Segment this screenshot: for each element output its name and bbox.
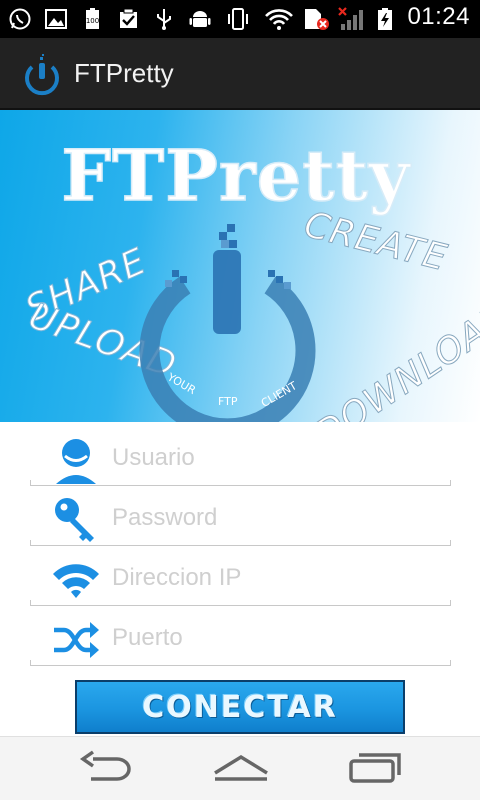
signal-off-icon: [338, 7, 363, 30]
password-input[interactable]: [112, 498, 442, 538]
battery-charging-icon: [378, 8, 392, 30]
connect-button[interactable]: CONECTAR: [75, 680, 405, 734]
wifi-signal-icon: [53, 564, 99, 598]
battery-badge: 100: [86, 17, 99, 25]
battery-100-icon: 100: [86, 8, 99, 29]
status-time: 01:24: [407, 3, 470, 30]
sim-error-icon: [305, 9, 329, 30]
banner-logo-title: FTPretty: [61, 134, 412, 217]
ip-input[interactable]: [112, 558, 442, 598]
puerto-field: [30, 610, 451, 666]
banner-word-download: DOWNLOAD: [308, 295, 480, 422]
shuffle-icon: [54, 622, 99, 658]
back-icon[interactable]: [77, 749, 137, 789]
puerto-input[interactable]: [112, 618, 442, 658]
recent-apps-icon[interactable]: [345, 749, 405, 789]
key-icon: [55, 498, 94, 542]
android-icon: [189, 11, 211, 27]
password-field: [30, 490, 451, 546]
task-icon: [120, 8, 137, 28]
navigation-bar: [0, 736, 480, 800]
usuario-field: [30, 430, 451, 486]
status-bar: 100 01:24: [0, 0, 480, 38]
usb-icon: [157, 9, 171, 30]
app-screen: 100 01:24 FTPretty FTPretty SHARE UPLOAD…: [0, 0, 480, 800]
action-bar: FTPretty: [0, 38, 480, 110]
ring-word-ftp: FTP: [218, 395, 238, 408]
whatsapp-icon: [9, 8, 31, 30]
ftp-power-logo: YOUR FTP CLIENT: [139, 224, 316, 422]
wifi-icon: [265, 9, 293, 30]
banner: FTPretty SHARE UPLOAD CREATE DOWNLOAD YO…: [0, 110, 480, 422]
usuario-underline: [30, 480, 451, 486]
app-logo-icon: [25, 54, 59, 96]
banner-artwork: FTPretty SHARE UPLOAD CREATE DOWNLOAD YO…: [19, 133, 480, 422]
user-icon: [56, 439, 96, 484]
ip-field: [30, 550, 451, 606]
ip-underline: [30, 600, 451, 606]
usuario-input[interactable]: [112, 438, 442, 478]
puerto-underline: [30, 660, 451, 666]
image-icon: [45, 9, 67, 29]
home-icon[interactable]: [211, 749, 271, 789]
connect-button-label: CONECTAR: [142, 690, 338, 725]
app-title: FTPretty: [74, 58, 174, 88]
password-underline: [30, 540, 451, 546]
phone-vibrate-icon: [228, 8, 248, 30]
